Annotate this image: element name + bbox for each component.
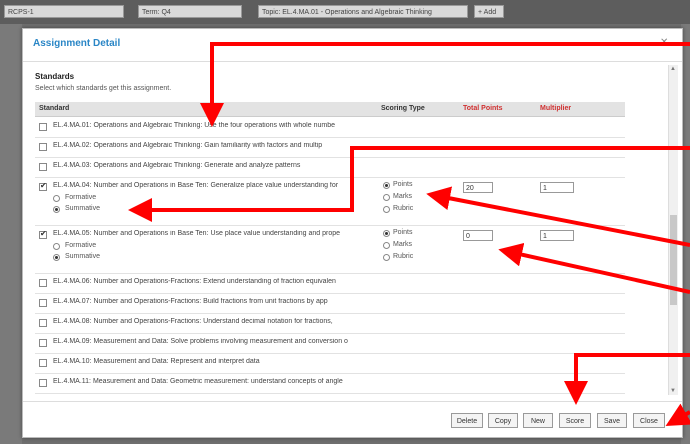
summative-radio[interactable] xyxy=(53,206,60,213)
scroll-down-icon[interactable]: ▼ xyxy=(670,388,676,394)
scrollbar-thumb[interactable] xyxy=(670,215,677,305)
standard-label: EL.4.MA.03: Operations and Algebraic Thi… xyxy=(53,162,301,169)
divider xyxy=(23,401,682,402)
table-row: EL.4.MA.04: Number and Operations in Bas… xyxy=(35,177,625,226)
standard-checkbox[interactable] xyxy=(39,319,47,327)
standard-label: EL.4.MA.07: Number and Operations-Fracti… xyxy=(53,298,328,305)
summative-label: Summative xyxy=(65,205,101,212)
summative-radio[interactable] xyxy=(53,254,60,261)
total-points-input[interactable]: 20 xyxy=(463,182,493,193)
divider xyxy=(23,61,682,62)
standards-table-body: EL.4.MA.01: Operations and Algebraic Thi… xyxy=(35,117,625,399)
standard-checkbox[interactable] xyxy=(39,299,47,307)
marks-label: Marks xyxy=(393,241,413,248)
table-row: EL.4.MA.08: Number and Operations-Fracti… xyxy=(35,313,625,334)
points-label: Points xyxy=(393,229,413,236)
table-row: EL.4.MA.07: Number and Operations-Fracti… xyxy=(35,293,625,314)
standard-checkbox[interactable] xyxy=(39,359,47,367)
standard-checkbox[interactable] xyxy=(39,279,47,287)
col-scoring-type: Scoring Type xyxy=(381,105,425,112)
new-button[interactable]: New xyxy=(523,413,553,428)
marks-radio[interactable] xyxy=(383,194,390,201)
rubric-radio[interactable] xyxy=(383,254,390,261)
table-row: EL.4.MA.01: Operations and Algebraic Thi… xyxy=(35,117,625,138)
dialog-title: Assignment Detail xyxy=(33,38,121,49)
standard-checkbox[interactable] xyxy=(39,379,47,387)
standard-checkbox[interactable] xyxy=(39,143,47,151)
dialog-scrollbar[interactable]: ▲ ▼ xyxy=(668,65,678,395)
standard-label: EL.4.MA.10: Measurement and Data: Repres… xyxy=(53,358,260,365)
close-button[interactable]: Close xyxy=(633,413,665,428)
multiplier-input[interactable]: 1 xyxy=(540,230,574,241)
standard-checkbox[interactable] xyxy=(39,229,47,239)
col-total-points: Total Points xyxy=(463,105,503,112)
save-button[interactable]: Save xyxy=(597,413,627,428)
score-button[interactable]: Score xyxy=(559,413,591,428)
school-select[interactable]: RCPS-1 xyxy=(4,5,124,18)
col-multiplier: Multiplier xyxy=(540,105,572,112)
formative-label: Formative xyxy=(65,194,97,201)
marks-radio[interactable] xyxy=(383,242,390,249)
rubric-label: Rubric xyxy=(393,205,414,212)
standard-label: EL.4.MA.02: Operations and Algebraic Thi… xyxy=(53,142,323,149)
table-row: EL.4.MA.06: Number and Operations-Fracti… xyxy=(35,273,625,294)
standard-checkbox[interactable] xyxy=(39,163,47,171)
table-row: EL.4.MA.02: Operations and Algebraic Thi… xyxy=(35,137,625,158)
formative-radio[interactable] xyxy=(53,243,60,250)
table-row: EL.4.MA.10: Measurement and Data: Repres… xyxy=(35,353,625,374)
marks-label: Marks xyxy=(393,193,413,200)
standard-label: EL.4.MA.04: Number and Operations in Bas… xyxy=(53,182,339,189)
points-radio[interactable] xyxy=(383,230,390,237)
table-row: EL.4.MA.09: Measurement and Data: Solve … xyxy=(35,333,625,354)
standard-label: EL.4.MA.05: Number and Operations in Bas… xyxy=(53,230,341,237)
standard-label: EL.4.MA.11: Measurement and Data: Geomet… xyxy=(53,378,343,385)
formative-label: Formative xyxy=(65,242,97,249)
standard-label: EL.4.MA.09: Measurement and Data: Solve … xyxy=(53,338,348,345)
section-help-text: Select which standards get this assignme… xyxy=(35,85,172,92)
total-points-input[interactable]: 0 xyxy=(463,230,493,241)
standard-label: EL.4.MA.08: Number and Operations-Fracti… xyxy=(53,318,333,325)
formative-radio[interactable] xyxy=(53,195,60,202)
table-row: EL.4.MA.05: Number and Operations in Bas… xyxy=(35,225,625,274)
points-radio[interactable] xyxy=(383,182,390,189)
points-label: Points xyxy=(393,181,413,188)
topic-select[interactable]: Topic: EL.4.MA.01 - Operations and Algeb… xyxy=(258,5,468,18)
rubric-radio[interactable] xyxy=(383,206,390,213)
background-toolbar: RCPS-1 Term: Q4 Topic: EL.4.MA.01 - Oper… xyxy=(0,0,690,24)
background-left xyxy=(0,24,22,444)
standard-label: EL.4.MA.06: Number and Operations-Fracti… xyxy=(53,278,336,285)
close-icon[interactable]: ✕ xyxy=(660,37,672,49)
col-standard: Standard xyxy=(39,105,70,112)
add-topic-button[interactable]: + Add xyxy=(474,5,504,18)
standard-checkbox[interactable] xyxy=(39,181,47,191)
copy-button[interactable]: Copy xyxy=(488,413,518,428)
multiplier-input[interactable]: 1 xyxy=(540,182,574,193)
summative-label: Summative xyxy=(65,253,101,260)
table-row: EL.4.MA.11: Measurement and Data: Geomet… xyxy=(35,373,625,394)
table-row: EL.4.MA.03: Operations and Algebraic Thi… xyxy=(35,157,625,178)
rubric-label: Rubric xyxy=(393,253,414,260)
term-select[interactable]: Term: Q4 xyxy=(138,5,242,18)
standard-checkbox[interactable] xyxy=(39,123,47,131)
standard-checkbox[interactable] xyxy=(39,339,47,347)
delete-button[interactable]: Delete xyxy=(451,413,483,428)
assignment-detail-dialog: Assignment Detail ✕ Standards Select whi… xyxy=(22,28,683,438)
section-title: Standards xyxy=(35,72,75,81)
standard-label: EL.4.MA.01: Operations and Algebraic Thi… xyxy=(53,122,335,129)
scroll-up-icon[interactable]: ▲ xyxy=(670,66,676,72)
standards-table-header: Standard Scoring Type Total Points Multi… xyxy=(35,102,625,117)
